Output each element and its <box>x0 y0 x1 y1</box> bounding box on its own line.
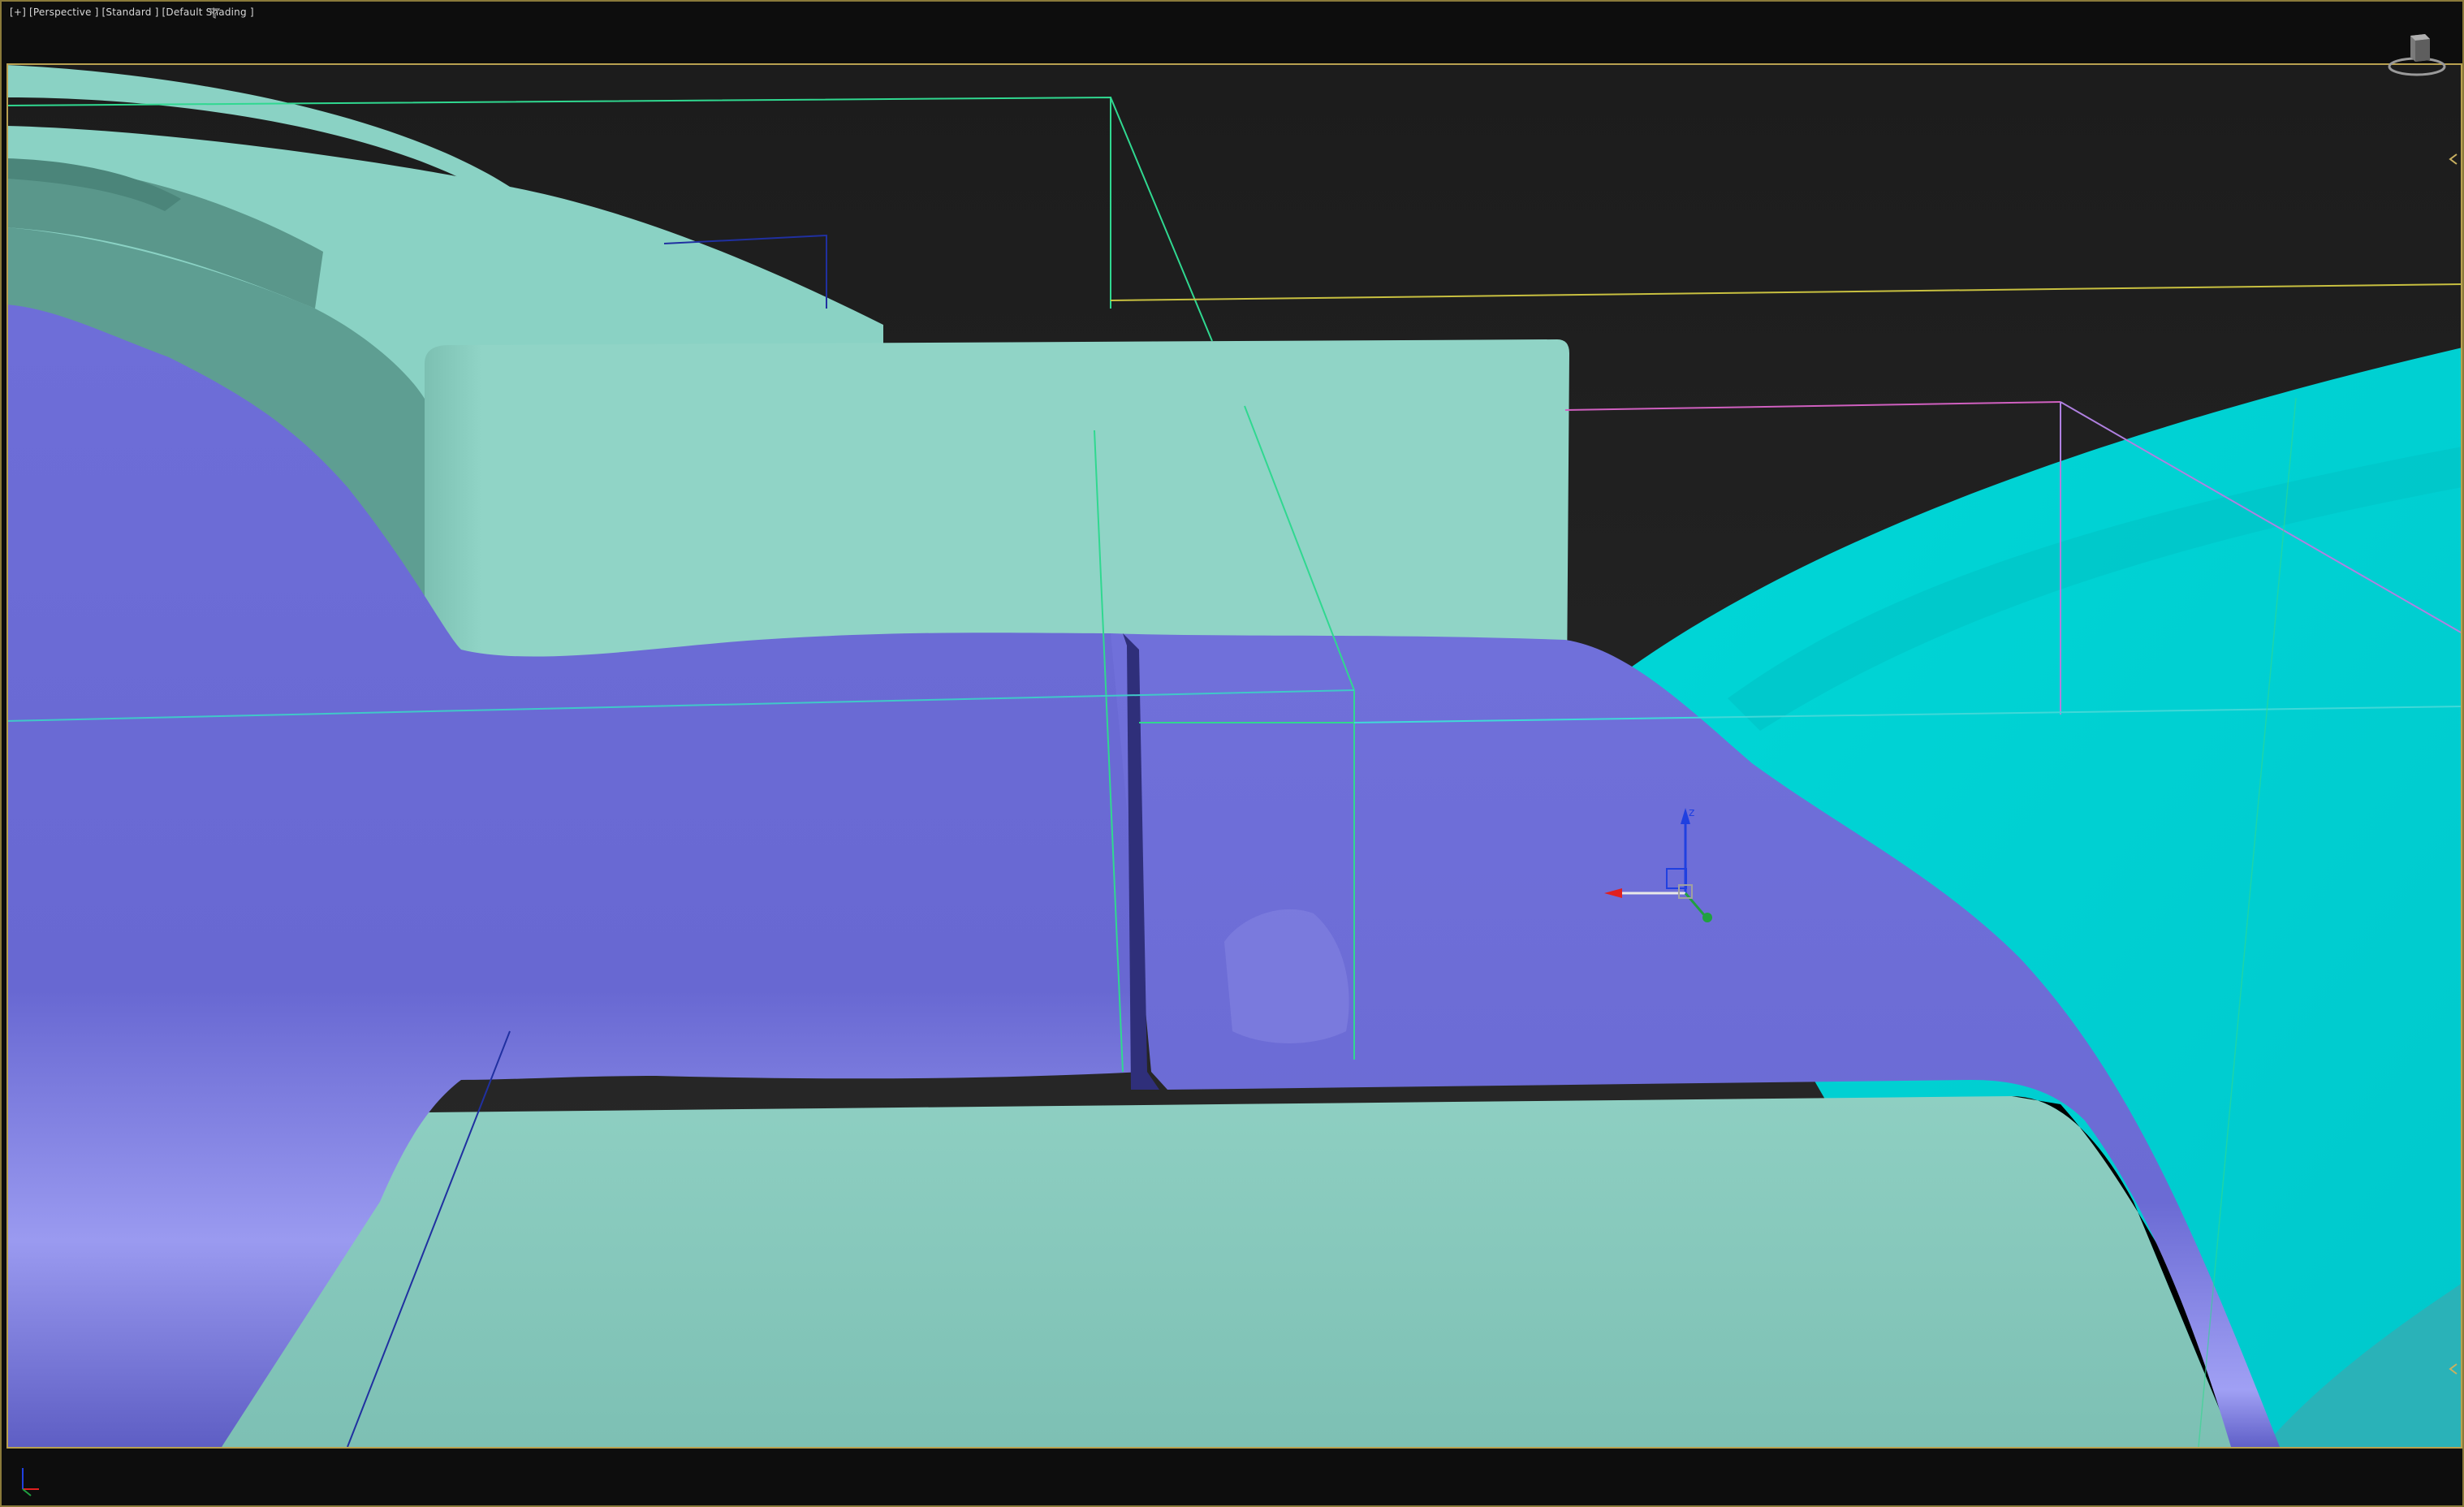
perspective-viewport[interactable]: [+] [Perspective ] [Standard ] [Default … <box>0 0 2464 1507</box>
viewcube-icon[interactable] <box>2384 28 2449 84</box>
floor <box>222 1096 2235 1447</box>
world-axis-icon <box>22 1468 39 1496</box>
3d-scene[interactable]: z <box>6 65 2462 1447</box>
filter-icon[interactable] <box>209 7 220 19</box>
back-wall <box>425 339 1569 682</box>
gizmo-z-label: z <box>1689 806 1694 819</box>
